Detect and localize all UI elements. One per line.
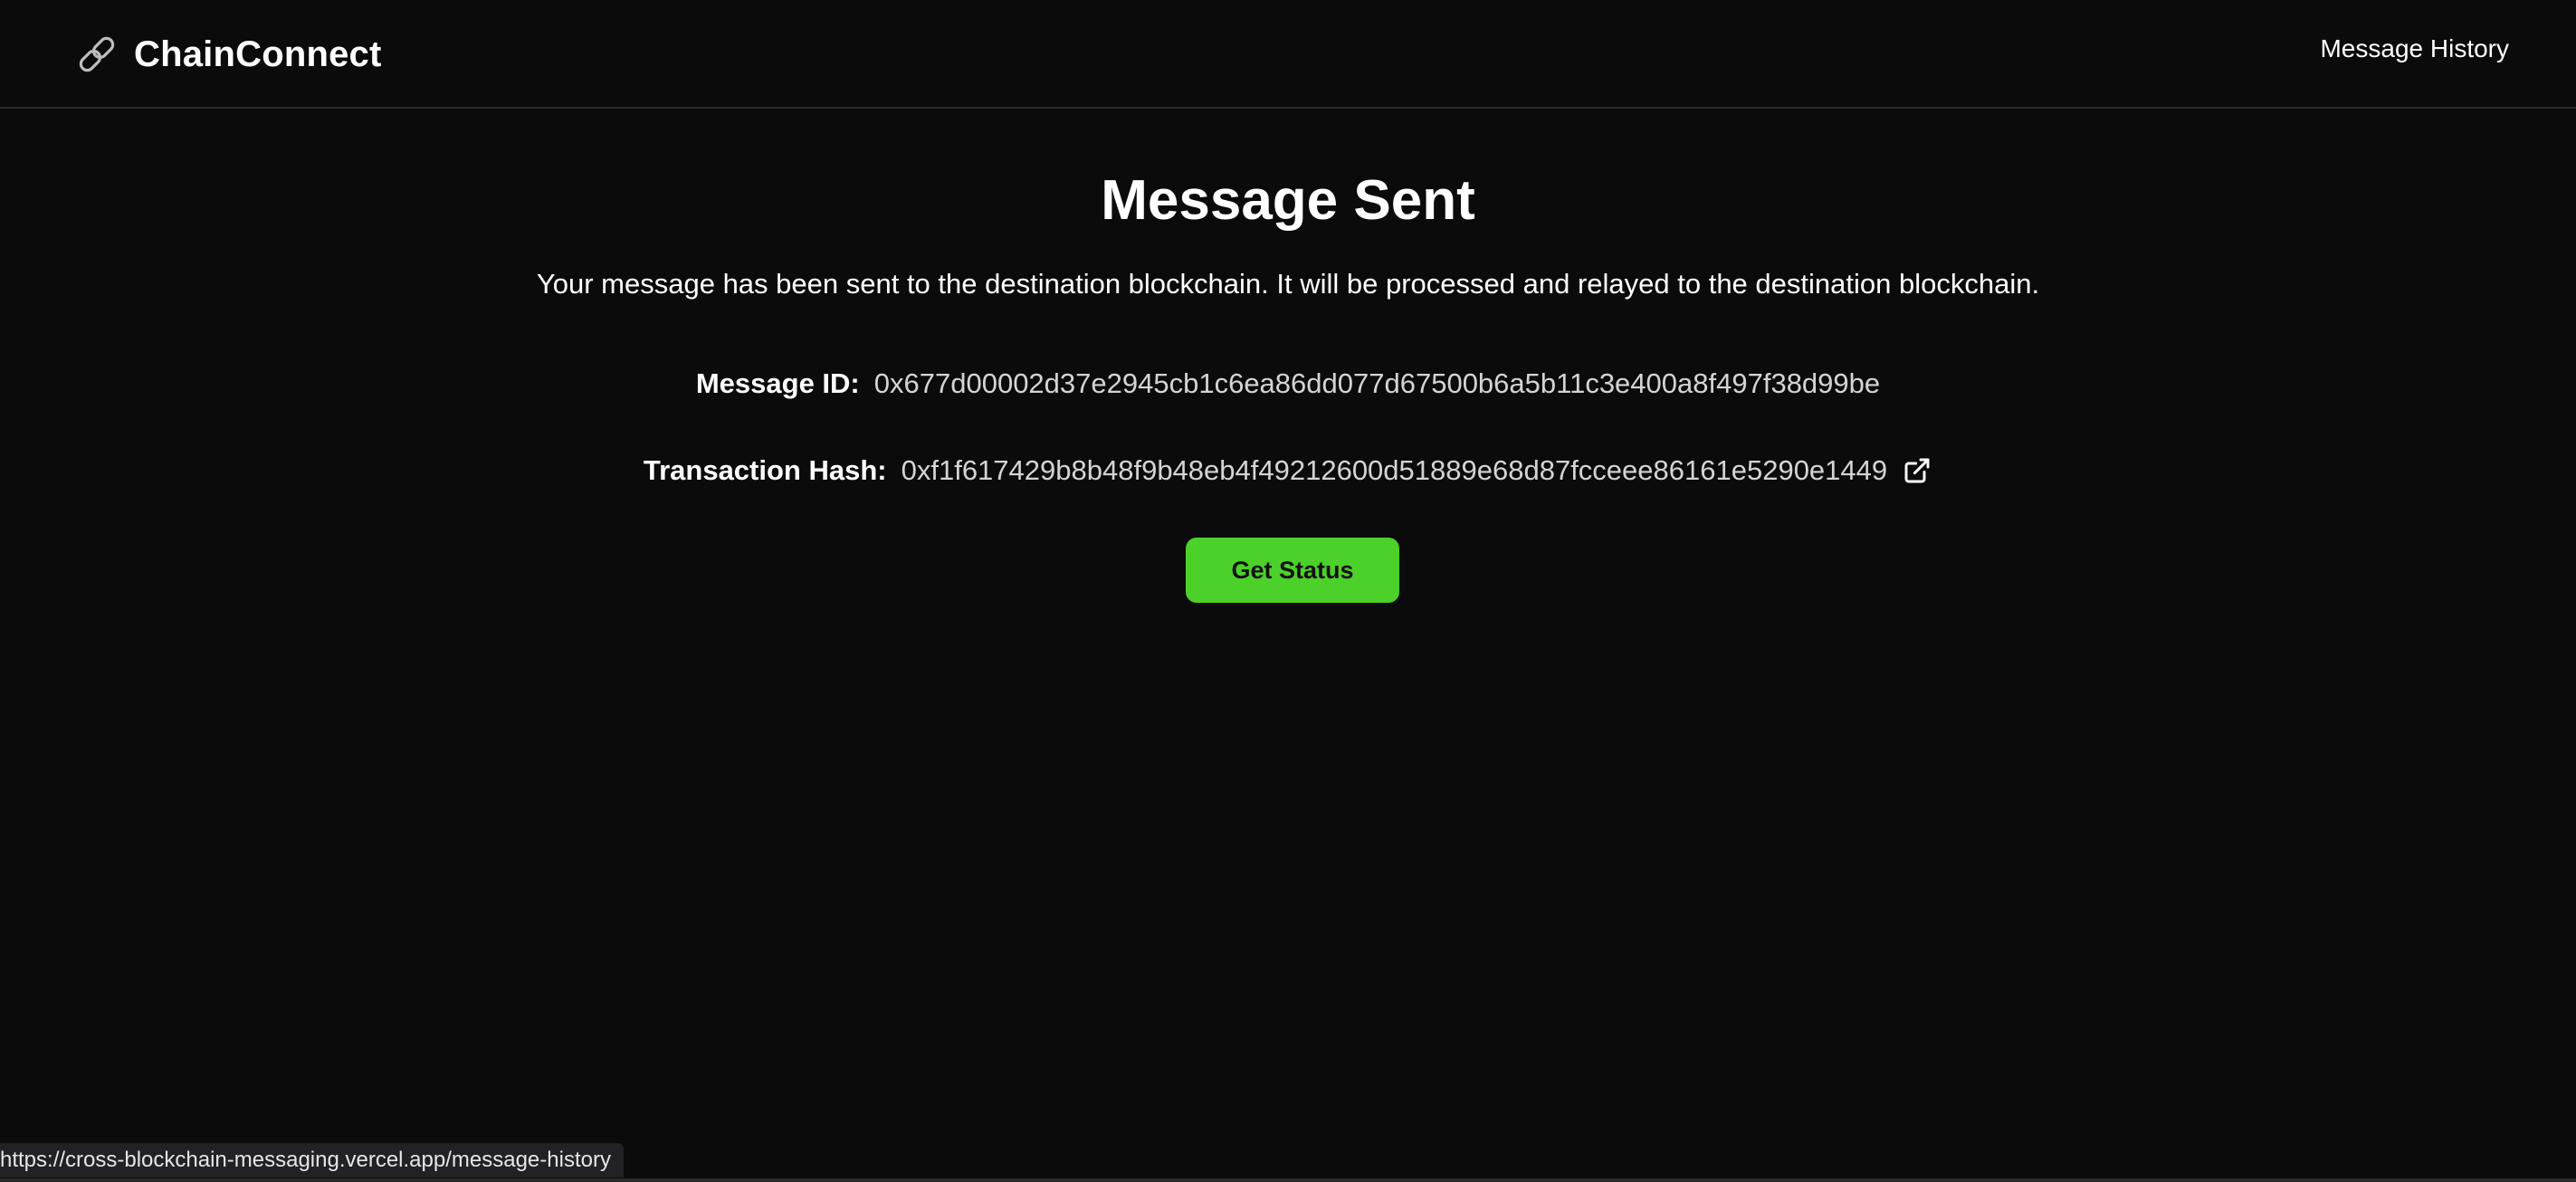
page-title: Message Sent (1101, 169, 1475, 232)
get-status-button[interactable]: Get Status (1186, 538, 1399, 603)
app-window: ChainConnect Message History Message Sen… (0, 0, 2576, 1182)
confirmation-description: Your message has been sent to the destin… (536, 268, 2040, 300)
transaction-hash-row: Transaction Hash: 0xf1f617429b8b48f9b48e… (0, 454, 2576, 487)
message-id-row: Message ID: 0x677d00002d37e2945cb1c6ea86… (0, 367, 2576, 400)
bottom-divider (0, 1178, 2576, 1182)
brand-name: ChainConnect (134, 33, 382, 74)
message-id-value: 0x677d00002d37e2945cb1c6ea86dd077d67500b… (873, 367, 1881, 399)
chain-link-icon (74, 32, 119, 77)
top-header: ChainConnect Message History (0, 0, 2576, 109)
nav-link-message-history[interactable]: Message History (2320, 34, 2509, 63)
external-link-icon[interactable] (1902, 455, 1932, 486)
browser-status-url: https://cross-blockchain-messaging.verce… (0, 1143, 624, 1177)
brand-logo-link[interactable]: ChainConnect (74, 29, 382, 80)
transaction-hash-label: Transaction Hash: (643, 454, 887, 486)
message-id-label: Message ID: (695, 367, 860, 399)
transaction-hash-value: 0xf1f617429b8b48f9b48eb4f49212600d51889e… (901, 454, 1888, 486)
